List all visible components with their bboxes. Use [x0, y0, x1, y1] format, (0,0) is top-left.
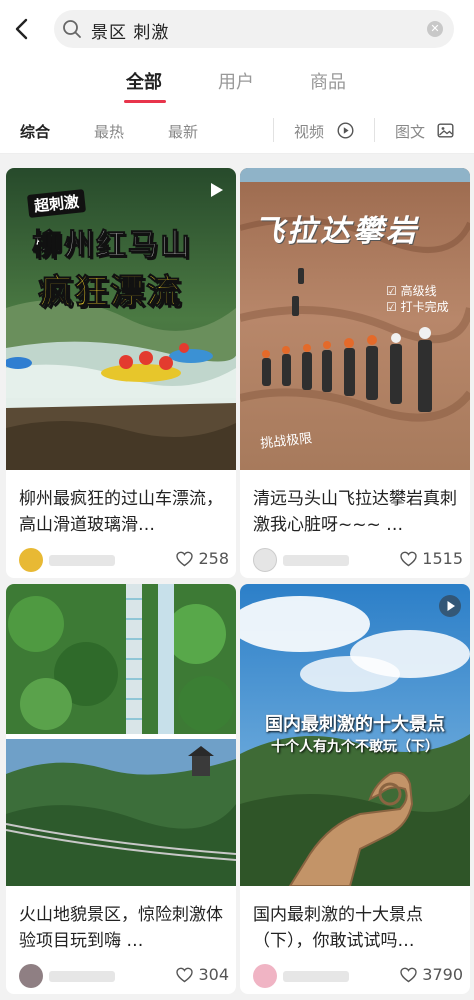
avatar[interactable] [19, 964, 43, 988]
heart-icon [400, 967, 417, 982]
note-card[interactable]: 超刺激 柳州红马山 疯狂漂流 柳州最疯狂的过山车漂流，高山滑道玻璃滑… 258 [6, 168, 236, 578]
card-meta: 304 [19, 964, 229, 988]
tab-all[interactable]: 全部 [126, 68, 162, 94]
like-count[interactable]: 3790 [400, 965, 463, 984]
username-placeholder[interactable] [283, 555, 349, 566]
avatar[interactable] [253, 548, 277, 572]
card-title: 火山地貌景区，惊险刺激体验项目玩到嗨 … [19, 905, 223, 951]
cover-image [6, 584, 236, 886]
card-meta: 3790 [253, 964, 463, 988]
like-count-value: 3790 [422, 965, 463, 984]
cover-image: 国内最刺激的十大景点 十个人有九个不敢玩（下） [240, 584, 470, 886]
card-title: 清远马头山飞拉达攀岩真刺激我心脏呀~~~ … [253, 489, 457, 535]
username-placeholder[interactable] [283, 971, 349, 982]
back-arrow-icon[interactable] [10, 16, 36, 42]
divider [374, 118, 375, 142]
cover-subtitle: 疯狂漂流 [38, 272, 182, 313]
filter-newest[interactable]: 最新 [168, 121, 198, 142]
avatar[interactable] [253, 964, 277, 988]
search-icon [63, 20, 81, 38]
cover-note: ☑ 打卡完成 [386, 300, 449, 314]
like-count-value: 304 [198, 965, 229, 984]
tab-products[interactable]: 商品 [310, 68, 346, 94]
like-count-value: 1515 [422, 549, 463, 568]
card-meta: 258 [19, 548, 229, 572]
note-card[interactable]: 飞拉达攀岩 ☑ 高级线 ☑ 打卡完成 挑战极限 清远马头山飞拉达攀岩真刺激我心脏… [240, 168, 470, 578]
avatar[interactable] [19, 548, 43, 572]
search-input[interactable]: 景区 刺激 [91, 18, 169, 43]
username-placeholder[interactable] [49, 555, 115, 566]
heart-icon [400, 551, 417, 566]
username-placeholder[interactable] [49, 971, 115, 982]
like-count[interactable]: 1515 [400, 549, 463, 568]
card-meta: 1515 [253, 548, 463, 572]
search-bar[interactable]: 景区 刺激 ✕ [54, 10, 454, 48]
cover-title: 柳州红马山 [32, 228, 192, 264]
filter-bar: 综合 最热 最新 视频 图文 [0, 106, 474, 154]
card-title: 国内最刺激的十大景点（下），你敢试试吗… [253, 905, 423, 951]
card-title: 柳州最疯狂的过山车漂流，高山滑道玻璃滑… [19, 489, 223, 535]
filter-video[interactable]: 视频 [294, 121, 324, 142]
tab-users[interactable]: 用户 [218, 68, 254, 94]
result-tabs: 全部 用户 商品 [0, 58, 474, 106]
cover-image: 超刺激 柳州红马山 疯狂漂流 [6, 168, 236, 470]
filter-comprehensive[interactable]: 综合 [20, 121, 50, 142]
play-circle-icon[interactable] [337, 122, 354, 139]
top-bar: 景区 刺激 ✕ [0, 0, 474, 58]
like-count-value: 258 [198, 549, 229, 568]
heart-icon [176, 967, 194, 982]
heart-icon [176, 551, 194, 566]
play-icon [211, 183, 223, 197]
play-icon [439, 595, 461, 617]
cover-note: ☑ 高级线 [386, 284, 437, 298]
cover-title: 飞拉达攀岩 [254, 214, 419, 249]
active-tab-indicator [124, 100, 166, 103]
divider [273, 118, 274, 142]
note-card[interactable]: 火山地貌景区，惊险刺激体验项目玩到嗨 … 304 [6, 584, 236, 994]
note-card[interactable]: 国内最刺激的十大景点 十个人有九个不敢玩（下） 国内最刺激的十大景点（下），你敢… [240, 584, 470, 994]
clear-icon[interactable]: ✕ [427, 21, 443, 37]
cover-subtitle: 十个人有九个不敢玩（下） [271, 739, 439, 755]
cover-title: 国内最刺激的十大景点 [265, 714, 445, 735]
filter-hottest[interactable]: 最热 [94, 121, 124, 142]
cover-image: 飞拉达攀岩 ☑ 高级线 ☑ 打卡完成 挑战极限 [240, 168, 470, 470]
filter-image-text[interactable]: 图文 [395, 121, 425, 142]
like-count[interactable]: 258 [176, 549, 229, 568]
like-count[interactable]: 304 [176, 965, 229, 984]
image-icon[interactable] [437, 122, 454, 139]
